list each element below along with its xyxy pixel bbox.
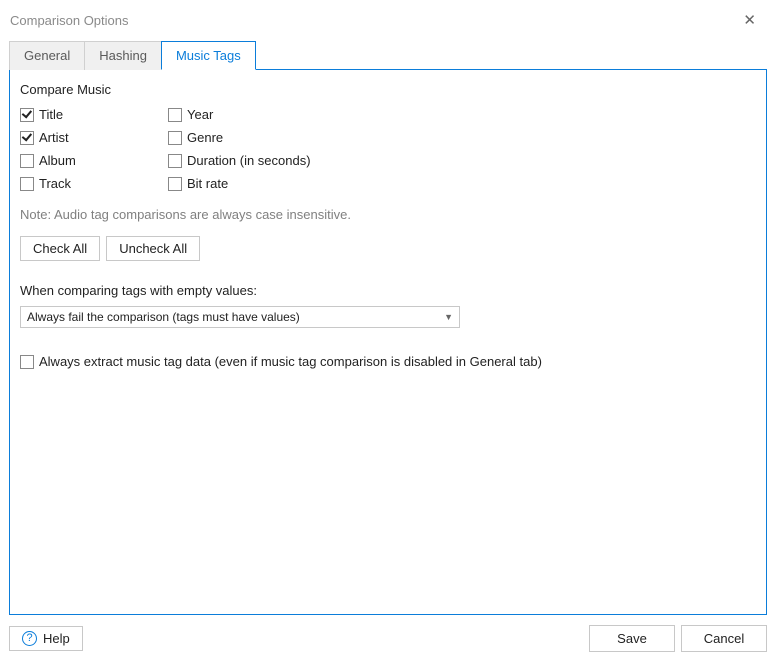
checkbox-box[interactable] [168,154,182,168]
tab-panel-music-tags: Compare Music Title Year Artist Genre Al… [9,70,767,615]
cancel-button[interactable]: Cancel [681,625,767,652]
tab-general[interactable]: General [9,41,85,70]
tab-music-tags[interactable]: Music Tags [161,41,256,70]
uncheck-all-button[interactable]: Uncheck All [106,236,200,261]
checkbox-label: Title [39,107,63,122]
checkbox-title[interactable]: Title [20,107,168,122]
close-icon[interactable]: ✕ [737,11,762,30]
checkbox-label: Bit rate [187,176,228,191]
checkbox-bitrate[interactable]: Bit rate [168,176,756,191]
checkbox-label: Always extract music tag data (even if m… [39,354,542,369]
checkbox-box[interactable] [168,108,182,122]
help-button[interactable]: ? Help [9,626,83,651]
help-label: Help [43,631,70,646]
titlebar: Comparison Options ✕ [0,0,776,40]
chevron-down-icon: ▼ [444,312,453,322]
checkbox-box[interactable] [20,131,34,145]
checkbox-box[interactable] [168,177,182,191]
help-icon: ? [22,631,37,646]
checkbox-label: Genre [187,130,223,145]
checkbox-label: Track [39,176,71,191]
dialog-body: General Hashing Music Tags Compare Music… [0,40,776,615]
tabstrip: General Hashing Music Tags [9,40,767,70]
footer-right: Save Cancel [589,625,767,652]
checkbox-artist[interactable]: Artist [20,130,168,145]
checkbox-box[interactable] [168,131,182,145]
check-button-row: Check All Uncheck All [20,236,756,261]
checkbox-album[interactable]: Album [20,153,168,168]
checkbox-genre[interactable]: Genre [168,130,756,145]
checkbox-year[interactable]: Year [168,107,756,122]
checkbox-box[interactable] [20,177,34,191]
save-button[interactable]: Save [589,625,675,652]
checkbox-grid: Title Year Artist Genre Album Duration (… [20,107,756,191]
checkbox-label: Album [39,153,76,168]
checkbox-box[interactable] [20,108,34,122]
check-all-button[interactable]: Check All [20,236,100,261]
checkbox-box[interactable] [20,355,34,369]
checkbox-always-extract[interactable]: Always extract music tag data (even if m… [20,354,756,369]
checkbox-duration[interactable]: Duration (in seconds) [168,153,756,168]
empty-values-dropdown[interactable]: Always fail the comparison (tags must ha… [20,306,460,328]
checkbox-box[interactable] [20,154,34,168]
dropdown-value: Always fail the comparison (tags must ha… [27,310,300,324]
window-title: Comparison Options [10,13,129,28]
dialog-footer: ? Help Save Cancel [0,615,776,652]
checkbox-label: Artist [39,130,69,145]
tab-hashing[interactable]: Hashing [84,41,162,70]
checkbox-label: Duration (in seconds) [187,153,311,168]
when-comparing-label: When comparing tags with empty values: [20,283,756,298]
section-header-compare-music: Compare Music [20,82,756,97]
note-text: Note: Audio tag comparisons are always c… [20,207,756,222]
checkbox-label: Year [187,107,213,122]
checkbox-track[interactable]: Track [20,176,168,191]
